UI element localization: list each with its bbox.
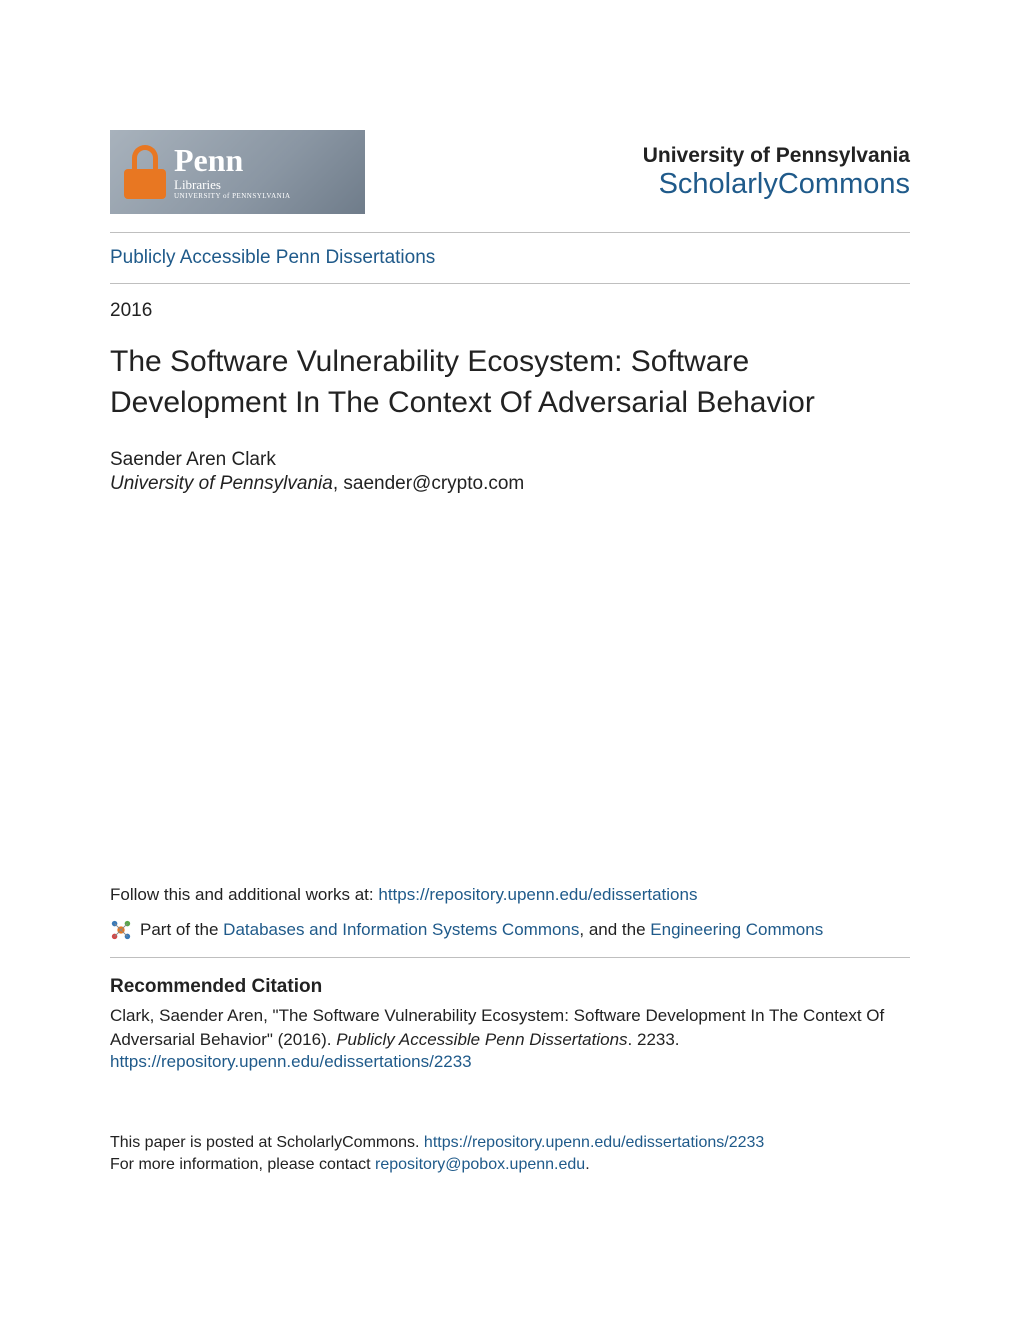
footer: This paper is posted at ScholarlyCommons…	[110, 1132, 910, 1177]
citation-heading: Recommended Citation	[110, 976, 910, 998]
divider	[110, 283, 910, 284]
logo-main: Penn	[174, 144, 291, 176]
page-title: The Software Vulnerability Ecosystem: So…	[110, 342, 910, 423]
commons-link-2[interactable]: Engineering Commons	[650, 920, 823, 939]
network-icon	[110, 919, 132, 941]
affiliation-institution: University of Pennsylvania	[110, 473, 333, 494]
follow-label: Follow this and additional works at:	[110, 885, 378, 904]
open-lock-icon	[124, 145, 166, 199]
citation-series: Publicly Accessible Penn Dissertations	[336, 1030, 627, 1049]
follow-section: Follow this and additional works at: htt…	[110, 885, 910, 1176]
penn-libraries-logo[interactable]: Penn Libraries UNIVERSITY of PENNSYLVANI…	[110, 130, 365, 214]
footer-contact-email[interactable]: repository@pobox.upenn.edu	[375, 1156, 585, 1173]
affiliation-email: , saender@crypto.com	[333, 473, 524, 494]
logo-tiny: UNIVERSITY of PENNSYLVANIA	[174, 193, 291, 200]
follow-link[interactable]: https://repository.upenn.edu/edissertati…	[378, 885, 697, 904]
citation-body-2: . 2233.	[628, 1030, 680, 1049]
logo-sub: Libraries	[174, 178, 291, 191]
header: Penn Libraries UNIVERSITY of PENNSYLVANI…	[110, 130, 910, 214]
part-of-row: Part of the Databases and Information Sy…	[110, 919, 910, 941]
partof-middle: , and the	[579, 920, 650, 939]
breadcrumb: Publicly Accessible Penn Dissertations	[110, 233, 910, 283]
commons-link-1[interactable]: Databases and Information Systems Common…	[223, 920, 579, 939]
footer-contact-prefix: For more information, please contact	[110, 1156, 375, 1173]
footer-posted-url[interactable]: https://repository.upenn.edu/edissertati…	[424, 1134, 764, 1151]
part-of-text: Part of the Databases and Information Sy…	[140, 920, 823, 940]
follow-text: Follow this and additional works at: htt…	[110, 885, 910, 905]
divider	[110, 957, 910, 958]
author-name: Saender Aren Clark	[110, 449, 910, 471]
footer-contact-suffix: .	[585, 1156, 589, 1173]
logo-text: Penn Libraries UNIVERSITY of PENNSYLVANI…	[174, 144, 291, 200]
author-affiliation: University of Pennsylvania, saender@cryp…	[110, 473, 910, 495]
citation-url[interactable]: https://repository.upenn.edu/edissertati…	[110, 1052, 472, 1071]
header-right: University of Pennsylvania ScholarlyComm…	[643, 144, 910, 201]
university-name: University of Pennsylvania	[643, 144, 910, 168]
publication-year: 2016	[110, 300, 910, 322]
site-name-link[interactable]: ScholarlyCommons	[659, 168, 910, 200]
partof-prefix: Part of the	[140, 920, 223, 939]
footer-posted-prefix: This paper is posted at ScholarlyCommons…	[110, 1134, 424, 1151]
collection-link[interactable]: Publicly Accessible Penn Dissertations	[110, 247, 435, 268]
citation-text: Clark, Saender Aren, "The Software Vulne…	[110, 1004, 910, 1052]
